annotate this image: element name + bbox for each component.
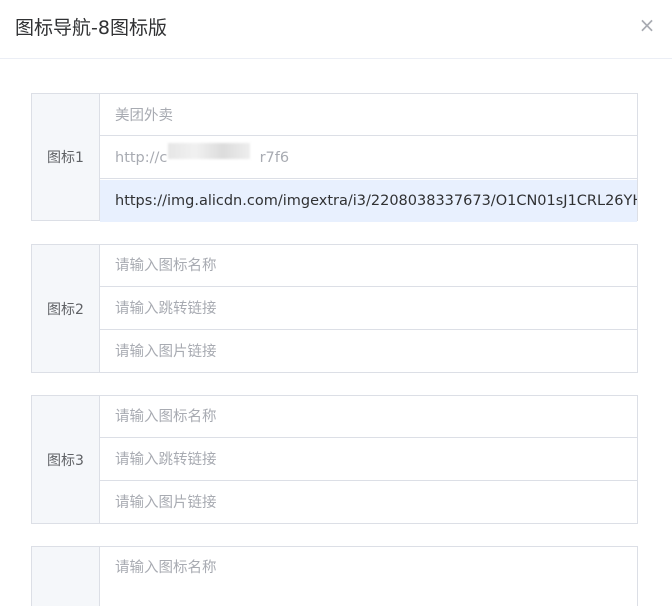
jump-link-field[interactable] bbox=[100, 288, 637, 330]
icon-name-input[interactable] bbox=[100, 396, 637, 437]
image-link-input[interactable] bbox=[100, 331, 637, 373]
close-icon[interactable]: × bbox=[636, 14, 658, 36]
icon-name-field[interactable] bbox=[100, 547, 637, 589]
group-label: 图标2 bbox=[32, 245, 100, 372]
icon-group-1: 图标1 bbox=[31, 93, 638, 222]
group-label bbox=[32, 547, 100, 606]
icon-name-field[interactable] bbox=[100, 396, 637, 438]
icon-name-field[interactable] bbox=[100, 94, 637, 136]
image-link-field[interactable] bbox=[100, 482, 637, 524]
image-link-field[interactable] bbox=[100, 331, 637, 373]
image-link-input[interactable] bbox=[100, 482, 637, 524]
jump-link-input[interactable] bbox=[100, 439, 637, 480]
image-link-field[interactable] bbox=[100, 180, 637, 222]
icon-name-field[interactable] bbox=[100, 245, 637, 287]
icon-group-3: 图标3 bbox=[31, 395, 638, 524]
jump-link-input[interactable] bbox=[100, 288, 637, 329]
jump-link-field[interactable] bbox=[100, 137, 637, 179]
icon-group-4 bbox=[31, 546, 638, 606]
jump-link-input[interactable] bbox=[100, 137, 637, 178]
icon-group-2: 图标2 bbox=[31, 244, 638, 373]
group-label: 图标3 bbox=[32, 396, 100, 523]
jump-link-field[interactable] bbox=[100, 439, 637, 481]
group-label: 图标1 bbox=[32, 94, 100, 220]
dialog-title: 图标导航-8图标版 bbox=[15, 17, 167, 39]
icon-name-input[interactable] bbox=[100, 547, 637, 589]
image-link-input[interactable] bbox=[100, 180, 637, 222]
dialog-header: 图标导航-8图标版 × bbox=[0, 0, 672, 59]
icon-name-input[interactable] bbox=[100, 245, 637, 286]
icon-name-input[interactable] bbox=[100, 94, 637, 135]
